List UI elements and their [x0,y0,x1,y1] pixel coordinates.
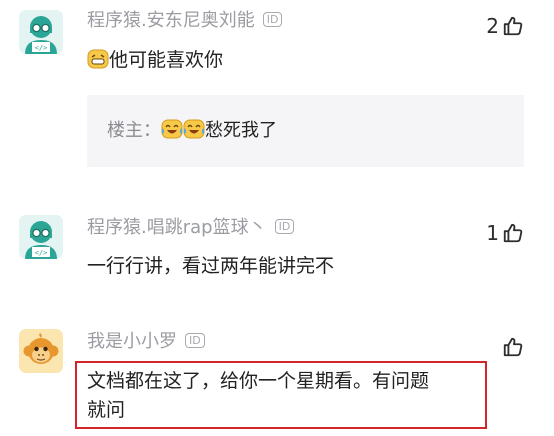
laugh-cry-emoji-icon [183,118,205,140]
coder-avatar-icon: </> [19,215,63,259]
avatar[interactable]: </> [19,10,63,54]
username[interactable]: 程序猿.唱跳rap篮球丶 ID [87,216,295,240]
id-badge: ID [274,218,295,234]
like-count: 1 [486,221,499,245]
highlight-annotation-box [75,361,487,429]
thumbs-up-icon [503,16,523,36]
like-button[interactable]: 1 [486,220,524,246]
laugh-cry-emoji-icon [161,118,183,140]
like-count: 2 [486,14,499,38]
monkey-avatar-icon [19,329,63,373]
reply-author[interactable]: 楼主： [107,120,161,141]
avatar[interactable]: </> [19,215,63,259]
grin-emoji-icon [87,48,109,70]
thumbs-up-icon [503,223,523,243]
coder-avatar-icon: </> [19,10,63,54]
username-text[interactable]: 程序猿.唱跳rap篮球丶 [87,217,267,238]
id-badge: ID [185,332,205,348]
avatar[interactable] [19,329,63,373]
reply-line: 楼主： 愁死我了 [107,118,277,144]
username-text[interactable]: 我是小小罗 [87,331,177,352]
username[interactable]: 程序猿.安东尼奥刘能 ID [87,9,283,33]
comment-text: 他可能喜欢你 [87,46,223,74]
comment-text-content: 他可能喜欢你 [109,49,224,71]
svg-text:</>: </> [35,249,48,257]
thumbs-up-icon [503,337,523,357]
reply-text: 愁死我了 [205,120,277,141]
like-button[interactable]: 2 [486,13,524,39]
username-text[interactable]: 程序猿.安东尼奥刘能 [87,10,255,31]
username[interactable]: 我是小小罗 ID [87,330,205,354]
reply-box[interactable]: 楼主： 愁死我了 [87,95,524,167]
comment-text: 一行行讲，看过两年能讲完不 [87,255,335,277]
like-button[interactable] [499,334,524,360]
svg-text:</>: </> [35,44,48,52]
id-badge: ID [262,11,283,27]
